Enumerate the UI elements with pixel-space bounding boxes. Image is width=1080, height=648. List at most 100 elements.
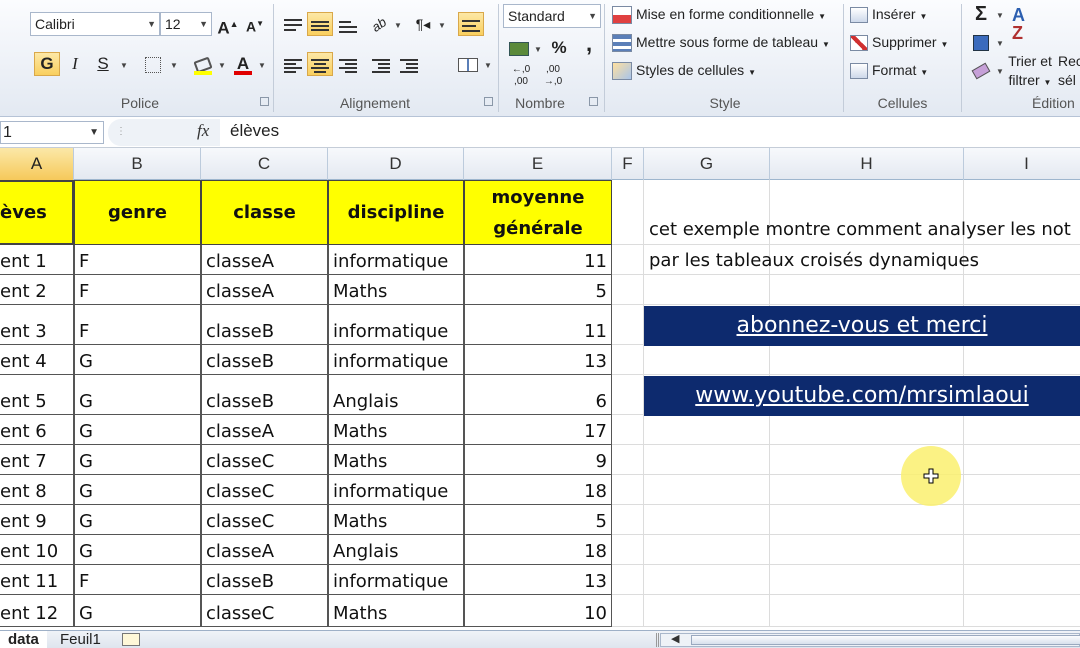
cell-d-row-10[interactable]: Anglais [328,535,464,565]
cell-e-row-7[interactable]: 9 [464,445,612,475]
column-header-c[interactable]: C [201,148,328,180]
align-right-button[interactable] [335,52,361,76]
cell-e-row-12[interactable]: 10 [464,595,612,627]
cell-a-row-3[interactable]: ent 3 [0,305,74,345]
number-format-combo[interactable]: Standard ▼ [503,4,601,28]
decrease-decimal-button[interactable]: ,00 →,0 [538,64,568,88]
cell-a-row-12[interactable]: ent 12 [0,595,74,627]
cell-c-row-1[interactable]: classeA [201,245,328,275]
sort-filter-button[interactable]: Trier et filtrer ▼ [1004,52,1056,92]
horizontal-scrollbar[interactable]: ◀ [660,633,1080,647]
cell-e-row-10[interactable]: 18 [464,535,612,565]
empty-cell[interactable] [612,345,644,375]
cell-b-row-4[interactable]: G [74,345,201,375]
delete-cells-button[interactable]: Supprimer ▼ [850,30,948,54]
cell-styles-button[interactable]: Styles de cellules ▼ [612,58,756,82]
font-size-combo[interactable]: 12 ▼ [160,12,212,36]
align-middle-button[interactable] [307,12,333,36]
cell-e-row-11[interactable]: 13 [464,565,612,595]
cell-d-row-5[interactable]: Anglais [328,375,464,415]
empty-cell[interactable] [770,595,964,627]
cell-c-row-5[interactable]: classeB [201,375,328,415]
underline-button[interactable]: S [90,52,116,76]
cell-a-row-5[interactable]: ent 5 [0,375,74,415]
empty-cell[interactable] [644,565,770,595]
fill-color-button[interactable] [190,52,216,76]
column-header-i[interactable]: I [964,148,1080,180]
empty-cell[interactable] [644,595,770,627]
accounting-format-button[interactable] [506,36,532,60]
cell-a-row-11[interactable]: ent 11 [0,565,74,595]
cell-a-row-7[interactable]: ent 7 [0,445,74,475]
align-top-button[interactable] [280,12,306,36]
cell-c-row-4[interactable]: classeB [201,345,328,375]
sheet-tab-data[interactable]: data [0,631,47,648]
insert-function-button[interactable]: fx [197,121,209,141]
cell-c-row-11[interactable]: classeB [201,565,328,595]
find-select-button[interactable]: Rec sél [1058,52,1080,90]
empty-cell[interactable] [770,275,964,305]
empty-cell[interactable] [964,595,1080,627]
column-header-e[interactable]: E [464,148,612,180]
cell-c-row-12[interactable]: classeC [201,595,328,627]
increase-indent-button[interactable] [396,52,422,76]
shrink-font-button[interactable]: A▼ [242,12,268,36]
empty-cell[interactable] [964,345,1080,375]
cell-b-row-3[interactable]: F [74,305,201,345]
cell-d-row-6[interactable]: Maths [328,415,464,445]
cell-e-row-9[interactable]: 5 [464,505,612,535]
cell-c-row-9[interactable]: classeC [201,505,328,535]
cell-e-row-3[interactable]: 11 [464,305,612,345]
cell-c-row-10[interactable]: classeA [201,535,328,565]
cell-b-row-8[interactable]: G [74,475,201,505]
format-cells-button[interactable]: Format ▼ [850,58,928,82]
empty-cell[interactable] [770,345,964,375]
cell-b-row-2[interactable]: F [74,275,201,305]
empty-cell[interactable] [612,305,644,345]
cell-a-row-2[interactable]: ent 2 [0,275,74,305]
empty-cell[interactable] [964,245,1080,275]
column-header-a[interactable]: A [0,148,74,180]
orientation-button[interactable]: ab [366,12,392,36]
cell-c-row-3[interactable]: classeB [201,305,328,345]
scroll-left-icon[interactable]: ◀ [671,632,679,645]
header-cell-genre[interactable]: genre [74,180,201,245]
empty-cell[interactable] [770,565,964,595]
banner-subscribe[interactable]: abonnez-vous et merci [644,306,1080,346]
column-header-d[interactable]: D [328,148,464,180]
cell-d-row-2[interactable]: Maths [328,275,464,305]
format-as-table-button[interactable]: Mettre sous forme de tableau ▼ [612,30,830,54]
empty-cell[interactable] [612,475,644,505]
empty-cell[interactable] [644,535,770,565]
empty-cell[interactable] [612,535,644,565]
sheet-tab-feuil1[interactable]: Feuil1 [52,631,109,648]
cell-a-row-1[interactable]: ent 1 [0,245,74,275]
cell-a-row-10[interactable]: ent 10 [0,535,74,565]
note-line-2[interactable]: par les tableaux croisés dynamiques [649,250,979,271]
empty-cell[interactable] [612,445,644,475]
empty-cell[interactable] [612,565,644,595]
empty-cell[interactable] [612,180,644,245]
decrease-indent-button[interactable] [368,52,394,76]
clear-button[interactable] [968,58,994,82]
empty-cell[interactable] [612,415,644,445]
banner-youtube-link[interactable]: www.youtube.com/mrsimlaoui [644,376,1080,416]
header-cell-moyenne[interactable]: moyenne générale [464,180,612,245]
tab-splitter[interactable] [656,633,659,647]
cell-b-row-9[interactable]: G [74,505,201,535]
cell-b-row-6[interactable]: G [74,415,201,445]
empty-cell[interactable] [964,505,1080,535]
align-center-button[interactable] [307,52,333,76]
cell-c-row-6[interactable]: classeA [201,415,328,445]
cell-b-row-11[interactable]: F [74,565,201,595]
dialog-launcher-icon[interactable] [589,97,598,106]
empty-cell[interactable] [644,445,770,475]
cell-d-row-11[interactable]: informatique [328,565,464,595]
column-header-g[interactable]: G [644,148,770,180]
empty-cell[interactable] [964,535,1080,565]
empty-cell[interactable] [612,595,644,627]
dialog-launcher-icon[interactable] [484,97,493,106]
empty-cell[interactable] [612,375,644,415]
collapse-icon[interactable]: ⋮ [116,126,126,137]
cell-a-row-4[interactable]: ent 4 [0,345,74,375]
